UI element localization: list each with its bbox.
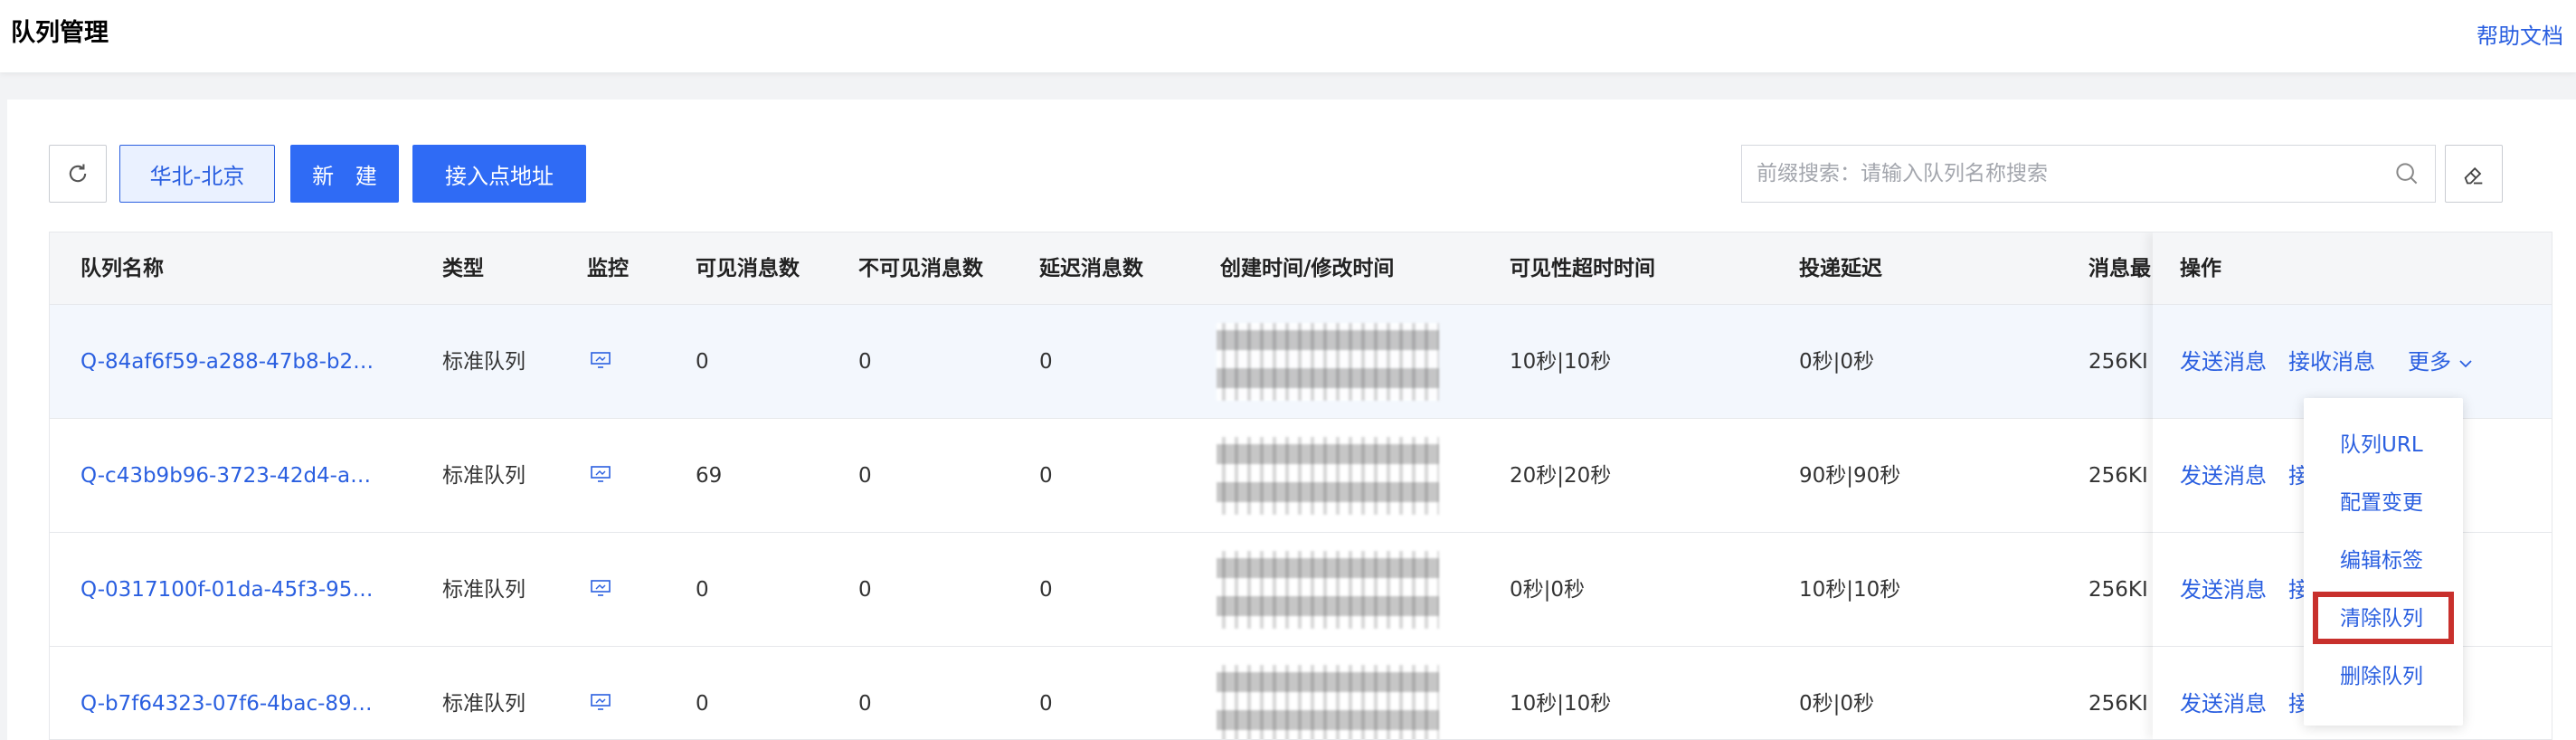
redacted-timestamps xyxy=(1217,323,1439,401)
search-input[interactable] xyxy=(1757,162,2393,185)
monitor-icon[interactable] xyxy=(591,694,611,710)
chevron-down-icon xyxy=(2459,360,2472,368)
visible-count: 69 xyxy=(696,464,723,488)
col-invisible-count: 不可见消息数 xyxy=(858,257,983,280)
visibility-timeout: 20秒|20秒 xyxy=(1510,464,1612,488)
col-actions: 操作 xyxy=(2153,232,2552,305)
col-type: 类型 xyxy=(442,257,484,280)
col-visible-count: 可见消息数 xyxy=(696,257,800,280)
visible-count: 0 xyxy=(696,350,709,374)
endpoint-address-button[interactable]: 接入点地址 xyxy=(412,145,586,203)
queue-name-link[interactable]: Q-0317100f-01da-45f3-95… xyxy=(80,533,373,647)
queue-name-link[interactable]: Q-b7f64323-07f6-4bac-89… xyxy=(80,647,373,739)
monitor-icon[interactable] xyxy=(591,352,611,368)
delivery-delay: 90秒|90秒 xyxy=(1799,464,1901,488)
monitor-icon[interactable] xyxy=(591,580,611,596)
region-selector[interactable]: 华北-北京 xyxy=(119,145,275,203)
invisible-count: 0 xyxy=(858,692,872,716)
delayed-count: 0 xyxy=(1039,692,1053,716)
visibility-timeout: 10秒|10秒 xyxy=(1510,692,1612,716)
menu-item-delete-queue[interactable]: 删除队列 xyxy=(2304,651,2463,702)
col-delivery-delay: 投递延迟 xyxy=(1799,257,1882,280)
help-docs-link[interactable]: 帮助文档 xyxy=(2477,18,2563,50)
menu-item-queue-url[interactable]: 队列URL xyxy=(2304,420,2463,470)
col-created-modified: 创建时间/修改时间 xyxy=(1220,257,1395,280)
top-bar: 队列管理 帮助文档 xyxy=(0,0,2576,72)
redacted-timestamps xyxy=(1217,437,1439,515)
col-queue-name: 队列名称 xyxy=(80,257,164,280)
queue-type: 标准队列 xyxy=(442,464,526,488)
invisible-count: 0 xyxy=(858,578,872,602)
redacted-timestamps xyxy=(1217,551,1439,629)
queue-type: 标准队列 xyxy=(442,350,526,374)
search-box xyxy=(1741,145,2436,203)
max-message-size: 256KI xyxy=(2088,350,2148,374)
delayed-count: 0 xyxy=(1039,578,1053,602)
visible-count: 0 xyxy=(696,692,709,716)
send-message-link[interactable]: 发送消息 xyxy=(2180,305,2267,419)
col-monitor: 监控 xyxy=(587,257,629,280)
refresh-button[interactable] xyxy=(49,145,107,203)
search-icon[interactable] xyxy=(2393,160,2420,187)
delivery-delay: 0秒|0秒 xyxy=(1799,692,1875,716)
refresh-icon xyxy=(69,164,87,183)
queue-type: 标准队列 xyxy=(442,692,526,716)
more-dropdown-menu: 队列URL 配置变更 编辑标签 清除队列 删除队列 xyxy=(2304,398,2463,726)
queue-name-link[interactable]: Q-84af6f59-a288-47b8-b2… xyxy=(80,305,374,419)
max-message-size: 256KI xyxy=(2088,464,2148,488)
redacted-timestamps xyxy=(1217,665,1439,739)
queue-type: 标准队列 xyxy=(442,578,526,602)
main-panel: 华北-北京 新 建 接入点地址 队列名称 类型 监控 可见消息数 不可见消息数 … xyxy=(7,100,2576,740)
new-queue-button[interactable]: 新 建 xyxy=(290,145,399,203)
menu-item-edit-tags[interactable]: 编辑标签 xyxy=(2304,536,2463,586)
col-max-size: 消息最 xyxy=(2088,257,2151,280)
visibility-timeout: 0秒|0秒 xyxy=(1510,578,1586,602)
col-visibility-timeout: 可见性超时时间 xyxy=(1510,257,1655,280)
send-message-link[interactable]: 发送消息 xyxy=(2180,419,2267,533)
queue-table: 队列名称 类型 监控 可见消息数 不可见消息数 延迟消息数 创建时间/修改时间 … xyxy=(49,232,2552,740)
highlight-box xyxy=(2313,592,2454,644)
send-message-link[interactable]: 发送消息 xyxy=(2180,647,2267,739)
menu-item-modify-config[interactable]: 配置变更 xyxy=(2304,478,2463,528)
invisible-count: 0 xyxy=(858,350,872,374)
visible-count: 0 xyxy=(696,578,709,602)
delivery-delay: 0秒|0秒 xyxy=(1799,350,1875,374)
max-message-size: 256KI xyxy=(2088,578,2148,602)
edit-button[interactable] xyxy=(2445,145,2503,203)
max-message-size: 256KI xyxy=(2088,692,2148,716)
invisible-count: 0 xyxy=(858,464,872,488)
col-delayed-count: 延迟消息数 xyxy=(1039,257,1143,280)
delayed-count: 0 xyxy=(1039,350,1053,374)
page-title: 队列管理 xyxy=(11,19,109,47)
queue-name-link[interactable]: Q-c43b9b96-3723-42d4-a… xyxy=(80,419,371,533)
more-label: 更多 xyxy=(2408,349,2451,375)
delivery-delay: 10秒|10秒 xyxy=(1799,578,1901,602)
eraser-icon xyxy=(2464,166,2483,185)
delayed-count: 0 xyxy=(1039,464,1053,488)
send-message-link[interactable]: 发送消息 xyxy=(2180,533,2267,647)
visibility-timeout: 10秒|10秒 xyxy=(1510,350,1612,374)
monitor-icon[interactable] xyxy=(591,466,611,482)
